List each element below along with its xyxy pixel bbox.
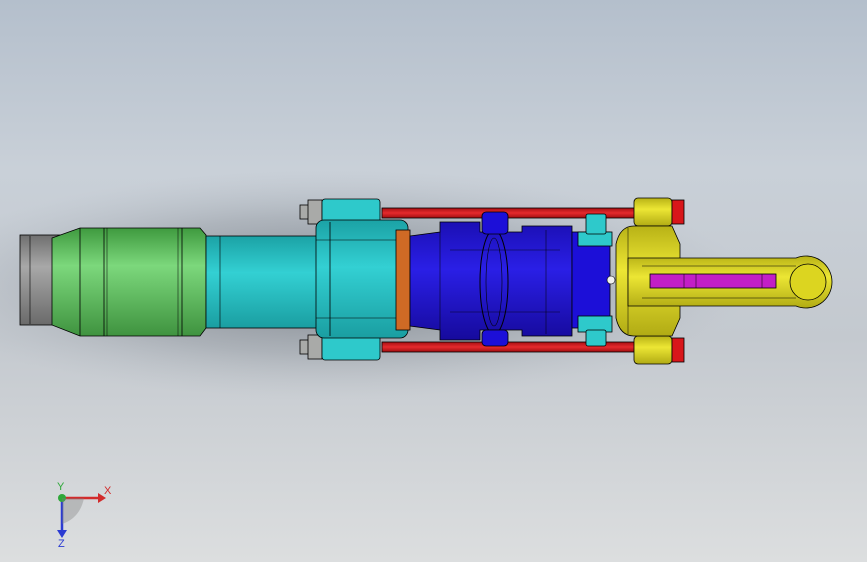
x-axis-label: X	[104, 485, 112, 497]
tie-rod-nut-top[interactable]	[671, 199, 685, 225]
cyan-flange-part[interactable]	[315, 198, 409, 361]
graphics-viewport[interactable]	[0, 0, 867, 562]
tie-rod-nut-bottom[interactable]	[671, 337, 685, 363]
model-canvas[interactable]	[0, 0, 867, 562]
orange-seal-part[interactable]	[395, 229, 411, 331]
green-coupling-part[interactable]	[51, 227, 207, 337]
y-axis-label: Y	[57, 481, 65, 493]
orientation-triad: X Y Z	[40, 478, 120, 550]
z-axis-arrowhead	[57, 530, 67, 538]
z-axis-label: Z	[58, 538, 65, 548]
cyan-tube-part[interactable]	[205, 235, 327, 329]
piston-rod-part[interactable]	[649, 273, 777, 289]
triad-shade	[62, 498, 84, 524]
